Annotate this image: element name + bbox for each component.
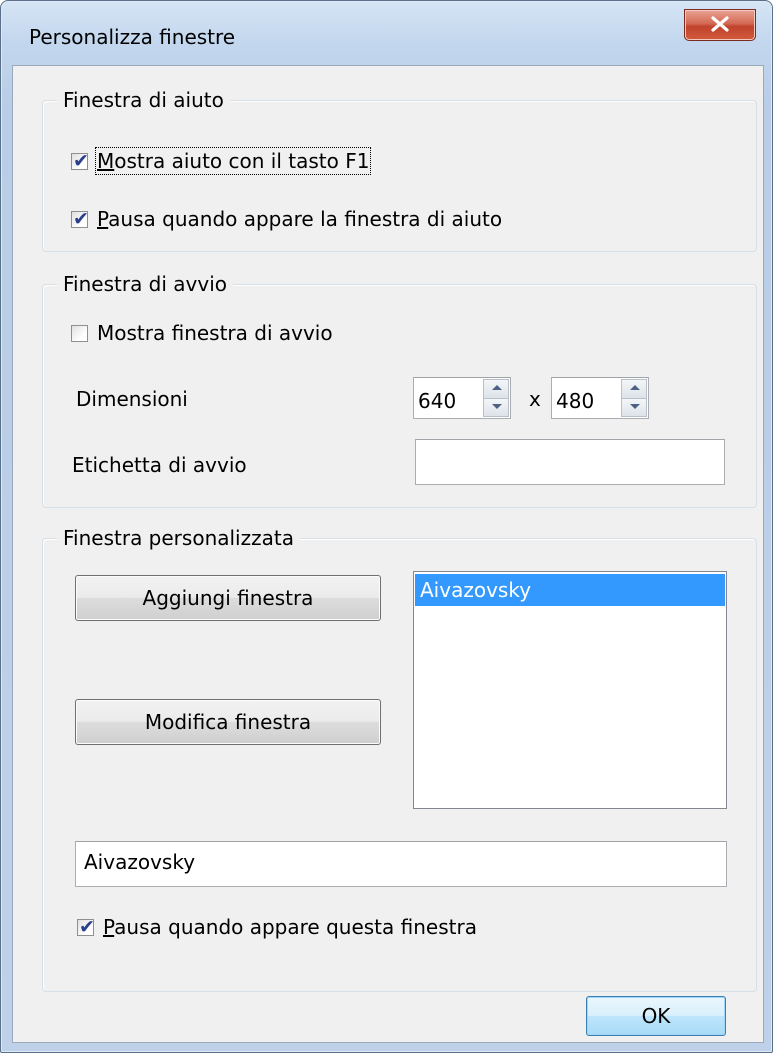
height-value: 480 bbox=[556, 389, 595, 413]
pause-on-window-checkbox[interactable]: ✔ Pausa quando appare questa finestra bbox=[77, 915, 477, 939]
help-window-group: Finestra di aiuto ✔ Mostra aiuto con il … bbox=[42, 87, 757, 252]
width-increment-button[interactable] bbox=[483, 379, 509, 399]
list-item[interactable]: Aivazovsky bbox=[415, 574, 725, 606]
help-window-group-legend: Finestra di aiuto bbox=[57, 87, 230, 113]
startup-window-group-legend: Finestra di avvio bbox=[57, 271, 234, 297]
pause-on-help-label: Pausa quando appare la finestra di aiuto bbox=[97, 207, 503, 231]
show-help-f1-checkbox[interactable]: ✔ Mostra aiuto con il tasto F1 bbox=[71, 147, 372, 175]
window-name-input[interactable]: Aivazovsky bbox=[75, 841, 727, 887]
checkmark-icon: ✔ bbox=[79, 915, 95, 938]
width-value: 640 bbox=[418, 389, 457, 413]
spin-down-icon bbox=[492, 403, 502, 409]
startup-label-label: Etichetta di avvio bbox=[72, 453, 247, 477]
dialog-client-area: Finestra di aiuto ✔ Mostra aiuto con il … bbox=[12, 65, 764, 1043]
show-help-f1-box[interactable]: ✔ bbox=[71, 150, 89, 172]
show-startup-checkbox[interactable]: Mostra finestra di avvio bbox=[71, 321, 333, 345]
width-spinbox[interactable]: 640 bbox=[413, 377, 511, 419]
dimensions-label: Dimensioni bbox=[76, 387, 188, 411]
window-name-value: Aivazovsky bbox=[84, 850, 196, 874]
window-title: Personalizza finestre bbox=[29, 25, 236, 49]
dimension-separator: x bbox=[529, 387, 541, 411]
spin-up-icon bbox=[492, 385, 502, 390]
checkmark-icon: ✔ bbox=[73, 149, 89, 172]
startup-window-group: Finestra di avvio Mostra finestra di avv… bbox=[42, 271, 757, 508]
custom-windows-list[interactable]: Aivazovsky bbox=[413, 571, 727, 809]
checkmark-icon: ✔ bbox=[73, 207, 89, 230]
custom-window-group: Finestra personalizzata Aggiungi finestr… bbox=[42, 525, 757, 992]
edit-window-button[interactable]: Modifica finestra bbox=[75, 699, 381, 745]
height-decrement-button[interactable] bbox=[621, 398, 647, 417]
close-icon bbox=[711, 16, 729, 32]
pause-on-window-label: Pausa quando appare questa finestra bbox=[103, 915, 477, 939]
height-increment-button[interactable] bbox=[621, 379, 647, 399]
height-spinbox[interactable]: 480 bbox=[551, 377, 649, 419]
pause-on-help-checkbox[interactable]: ✔ Pausa quando appare la finestra di aiu… bbox=[71, 207, 502, 231]
spin-down-icon bbox=[630, 403, 640, 409]
pause-on-window-box[interactable]: ✔ bbox=[77, 916, 95, 938]
width-decrement-button[interactable] bbox=[483, 398, 509, 417]
close-button[interactable] bbox=[684, 9, 756, 41]
ok-button[interactable]: OK bbox=[586, 996, 726, 1036]
show-startup-label: Mostra finestra di avvio bbox=[97, 321, 333, 345]
add-window-button[interactable]: Aggiungi finestra bbox=[75, 575, 381, 621]
dialog-window: Personalizza finestre Finestra di aiuto … bbox=[0, 0, 773, 1053]
custom-window-group-legend: Finestra personalizzata bbox=[57, 525, 300, 551]
spin-up-icon bbox=[630, 385, 640, 390]
show-help-f1-label: Mostra aiuto con il tasto F1 bbox=[94, 147, 372, 175]
startup-label-input[interactable] bbox=[415, 439, 725, 485]
pause-on-help-box[interactable]: ✔ bbox=[71, 208, 89, 230]
show-startup-box[interactable] bbox=[71, 324, 88, 342]
